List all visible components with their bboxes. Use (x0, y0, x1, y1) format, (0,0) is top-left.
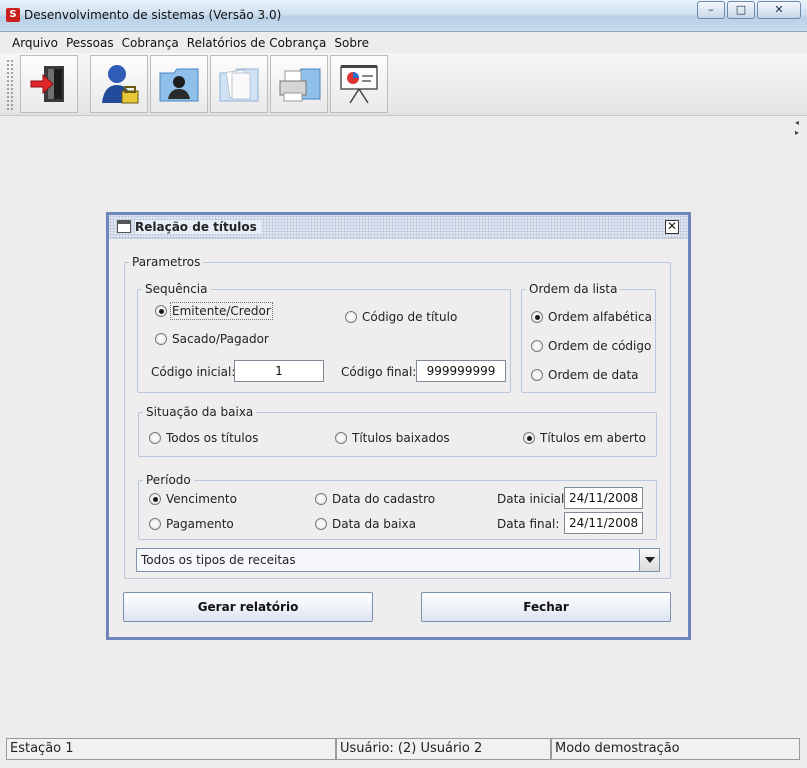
presentation-button[interactable] (330, 55, 388, 113)
radio-button-icon (531, 340, 543, 352)
status-usuario: Usuário: (2) Usuário 2 (336, 738, 551, 760)
user-admin-icon (102, 65, 139, 104)
radio-sacado-pagador[interactable]: Sacado/Pagador (155, 332, 269, 346)
radio-vencimento[interactable]: Vencimento (149, 492, 237, 506)
radio-label: Títulos em aberto (540, 431, 646, 445)
radio-ordem-alfabetica[interactable]: Ordem alfabética (531, 310, 652, 324)
radio-titulos-em-aberto[interactable]: Títulos em aberto (523, 431, 646, 445)
radio-button-icon (345, 311, 357, 323)
person-folder-icon (159, 68, 199, 102)
radio-label: Emitente/Credor (170, 302, 273, 320)
data-final-input[interactable]: 24/11/2008 (564, 512, 643, 534)
radio-button-icon (149, 518, 161, 530)
users-button[interactable] (90, 55, 148, 113)
documents-button[interactable] (210, 55, 268, 113)
gerar-relatorio-button[interactable]: Gerar relatório (123, 592, 373, 622)
radio-data-cadastro[interactable]: Data do cadastro (315, 492, 435, 506)
radio-label: Todos os títulos (166, 431, 259, 445)
radio-label: Vencimento (166, 492, 237, 506)
data-inicial-input[interactable]: 24/11/2008 (564, 487, 643, 509)
sequencia-legend: Sequência (145, 282, 208, 296)
toolbar (0, 53, 807, 116)
radio-todos-titulos[interactable]: Todos os títulos (149, 431, 258, 445)
situacao-baixa-legend: Situação da baixa (146, 405, 254, 419)
exit-button[interactable] (20, 55, 78, 113)
menu-cobranca[interactable]: Cobrança (122, 36, 179, 50)
radio-button-icon (531, 369, 543, 381)
radio-button-icon (335, 432, 347, 444)
app-logo-icon: S (6, 8, 20, 22)
printer-folder-icon (279, 68, 321, 102)
tipo-receita-selected: Todos os tipos de receitas (141, 553, 296, 567)
radio-ordem-codigo[interactable]: Ordem de código (531, 339, 651, 353)
data-inicial-label: Data inicial: (497, 492, 569, 506)
dialog-title-bar[interactable]: Relação de títulos ✕ (109, 215, 688, 239)
document-folder-icon (219, 68, 259, 102)
radio-emitente-credor[interactable]: Emitente/Credor (155, 302, 273, 320)
parametros-legend: Parametros (132, 255, 201, 269)
radio-button-icon (155, 305, 167, 317)
radio-label: Ordem alfabética (548, 310, 652, 324)
ordem-lista-legend: Ordem da lista (529, 282, 618, 296)
radio-label: Sacado/Pagador (172, 332, 269, 346)
chevron-down-icon[interactable] (639, 549, 659, 571)
codigo-final-input[interactable]: 999999999 (416, 360, 506, 382)
radio-codigo-titulo[interactable]: Código de título (345, 310, 457, 324)
data-final-label: Data final: (497, 517, 560, 531)
fechar-button[interactable]: Fechar (421, 592, 671, 622)
menu-arquivo[interactable]: Arquivo (12, 36, 58, 50)
status-estacao: Estação 1 (6, 738, 336, 760)
minimize-button[interactable]: – (697, 1, 725, 19)
menu-relatorios-de-cobranca[interactable]: Relatórios de Cobrança (187, 36, 327, 50)
maximize-button[interactable]: □ (727, 1, 755, 19)
menu-pessoas[interactable]: Pessoas (66, 36, 114, 50)
radio-pagamento[interactable]: Pagamento (149, 517, 234, 531)
tipo-receita-select[interactable]: Todos os tipos de receitas (136, 548, 660, 572)
people-button[interactable] (150, 55, 208, 113)
close-button[interactable]: ✕ (757, 1, 801, 19)
radio-label: Pagamento (166, 517, 234, 531)
scroll-arrows-icon[interactable]: ◂ ▸ (795, 118, 799, 138)
window-title: Desenvolvimento de sistemas (Versão 3.0) (24, 8, 282, 22)
periodo-legend: Período (146, 473, 191, 487)
window-icon (117, 220, 131, 233)
dialog-title: Relação de títulos (135, 220, 261, 234)
presentation-chart-icon (340, 65, 378, 104)
window-controls: – □ ✕ (695, 1, 801, 19)
radio-label: Código de título (362, 310, 458, 324)
status-bar: Estação 1 Usuário: (2) Usuário 2 Modo de… (0, 736, 807, 768)
radio-button-icon (149, 432, 161, 444)
radio-ordem-data[interactable]: Ordem de data (531, 368, 639, 382)
radio-label: Ordem de data (548, 368, 639, 382)
radio-data-baixa[interactable]: Data da baixa (315, 517, 416, 531)
menu-sobre[interactable]: Sobre (334, 36, 369, 50)
radio-button-icon (531, 311, 543, 323)
radio-label: Data do cadastro (332, 492, 436, 506)
exit-door-icon (30, 66, 64, 102)
radio-titulos-baixados[interactable]: Títulos baixados (335, 431, 450, 445)
radio-button-icon (315, 518, 327, 530)
relacao-titulos-dialog: Relação de títulos ✕ Parametros Sequênci… (106, 212, 691, 640)
toolbar-grip[interactable] (6, 59, 14, 111)
radio-label: Títulos baixados (352, 431, 450, 445)
menu-bar: Arquivo Pessoas Cobrança Relatórios de C… (0, 32, 807, 53)
codigo-final-label: Código final: (341, 365, 417, 379)
codigo-inicial-label: Código inicial: (151, 365, 236, 379)
radio-button-icon (523, 432, 535, 444)
radio-button-icon (315, 493, 327, 505)
radio-button-icon (155, 333, 167, 345)
radio-button-icon (149, 493, 161, 505)
codigo-inicial-input[interactable]: 1 (234, 360, 324, 382)
print-button[interactable] (270, 55, 328, 113)
radio-label: Data da baixa (332, 517, 417, 531)
window-title-bar: S Desenvolvimento de sistemas (Versão 3.… (0, 0, 807, 32)
radio-label: Ordem de código (548, 339, 652, 353)
dialog-close-icon[interactable]: ✕ (665, 220, 679, 234)
status-modo: Modo demostração (551, 738, 800, 760)
